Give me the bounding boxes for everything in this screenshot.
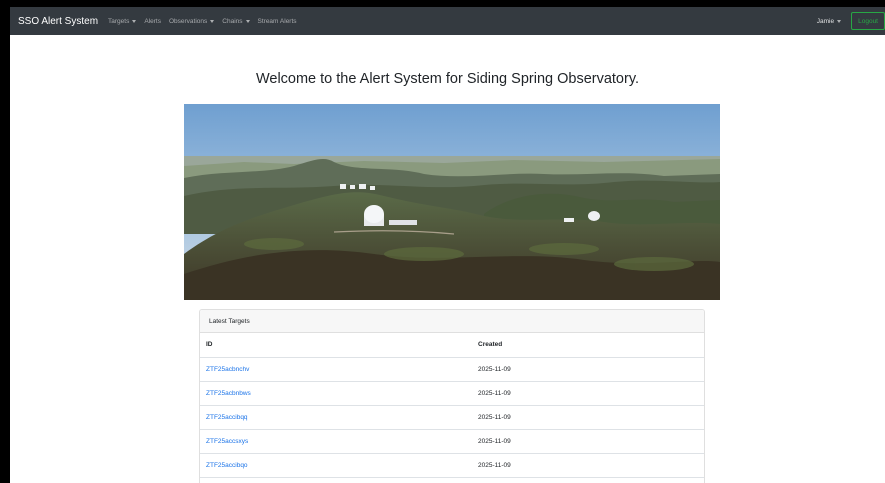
- table-row: ZTF25accsxys 2025-11-09: [200, 429, 704, 454]
- nav-targets[interactable]: Targets: [108, 17, 137, 25]
- nav-stream-alerts-label: Stream Alerts: [257, 17, 297, 25]
- nav-chains-label: Chains: [222, 17, 243, 25]
- nav-alerts-label: Alerts: [144, 17, 161, 25]
- nav-observations-label: Observations: [168, 17, 208, 25]
- table-row: ZTF25acbnchv 2025-11-09: [200, 357, 704, 382]
- observatory-photo: [184, 104, 720, 300]
- nav-stream-alerts[interactable]: Stream Alerts: [258, 18, 297, 25]
- user-name: Jamie: [816, 17, 835, 25]
- table-row: ZTF25acbnbws 2025-11-09: [200, 381, 704, 406]
- target-link[interactable]: ZTF25acbnbws: [206, 390, 251, 397]
- nav-chains[interactable]: Chains: [222, 17, 250, 25]
- table-row: ZTF25accibqq 2025-11-09: [200, 405, 704, 430]
- target-link[interactable]: ZTF25acbnchv: [206, 366, 249, 373]
- target-link[interactable]: ZTF25accibqo: [206, 462, 248, 469]
- latest-targets-table: ID Created ZTF25acbnchv 2025-11-09 ZTF25…: [200, 333, 704, 478]
- logout-button[interactable]: Logout: [851, 12, 885, 30]
- page-title: Welcome to the Alert System for Siding S…: [255, 71, 640, 87]
- latest-targets-header: Latest Targets: [200, 310, 704, 333]
- chevron-down-icon: [132, 19, 137, 23]
- target-link[interactable]: ZTF25accsxys: [206, 438, 248, 445]
- created-date: 2025-11-09: [478, 453, 704, 478]
- column-header-id: ID: [200, 333, 478, 358]
- navbar-right: Jamie Logout: [817, 7, 885, 35]
- nav-observations[interactable]: Observations: [168, 17, 215, 25]
- latest-targets-card: Latest Targets ID Created ZTF25acbnchv 2…: [199, 309, 705, 483]
- column-header-created: Created: [478, 333, 704, 358]
- nav-alerts[interactable]: Alerts: [144, 18, 161, 25]
- created-date: 2025-11-09: [478, 381, 704, 406]
- chevron-down-icon: [245, 19, 250, 23]
- table-row: ZTF25accibqo 2025-11-09: [200, 453, 704, 478]
- created-date: 2025-11-09: [478, 405, 704, 430]
- target-link[interactable]: ZTF25accibqq: [206, 414, 248, 421]
- user-menu[interactable]: Jamie: [816, 17, 842, 25]
- chevron-down-icon: [210, 19, 215, 23]
- brand-link[interactable]: SSO Alert System: [18, 16, 98, 27]
- created-date: 2025-11-09: [478, 357, 704, 382]
- browser-viewport: SSO Alert System Targets Alerts Observat…: [10, 7, 885, 483]
- created-date: 2025-11-09: [478, 429, 704, 454]
- nav-targets-label: Targets: [108, 17, 130, 25]
- navbar: SSO Alert System Targets Alerts Observat…: [10, 7, 885, 35]
- chevron-down-icon: [837, 19, 842, 23]
- table-header-row: ID Created: [200, 333, 704, 358]
